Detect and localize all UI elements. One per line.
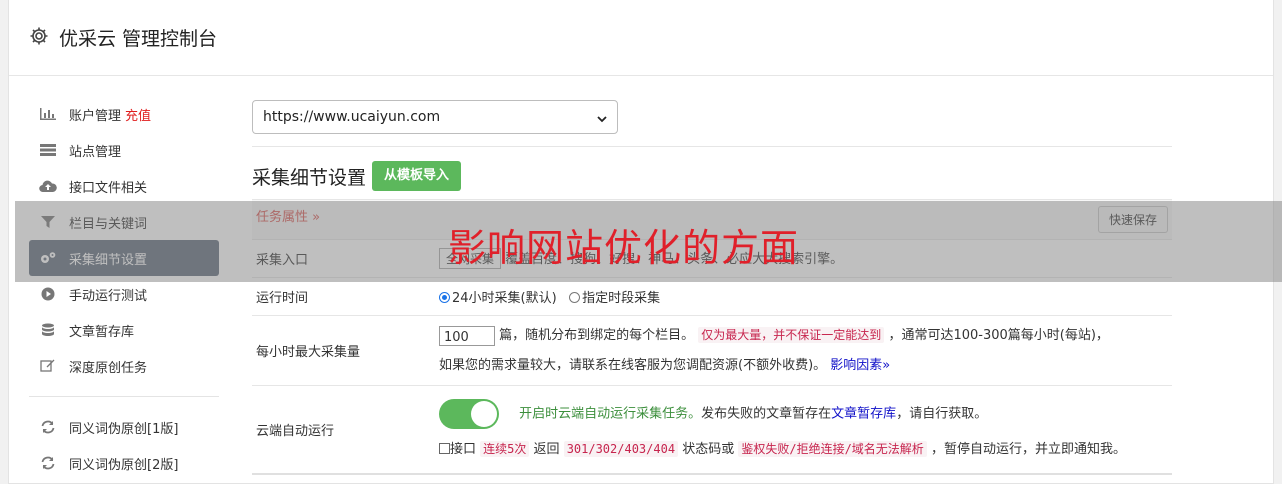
sidebar-item-label: 文章暂存库: [69, 324, 135, 340]
watermark-text: 影响网站优化的方面: [448, 226, 800, 270]
sidebar-item-article-storage[interactable]: 文章暂存库: [29, 312, 219, 348]
code-status: 301/302/403/404: [563, 440, 679, 457]
table-row: 云端自动运行 开启时云端自动运行采集任务。发布失败的文章暂存在文章暂存库，请自行…: [252, 385, 1172, 475]
max-per-hour-text2: ，通常可达100-300篇每小时(每站)，: [888, 328, 1109, 343]
sidebar-item-synonym-v2[interactable]: 同义词伪原创[2版]: [29, 445, 219, 481]
code-consecutive: 连续5次: [480, 440, 530, 457]
sidebar-item-label: 站点管理: [69, 144, 122, 160]
radio-specified-period[interactable]: [569, 292, 581, 303]
sidebar-divider: [29, 396, 219, 397]
sidebar-item-label: 手动运行测试: [69, 288, 148, 304]
article-storage-link[interactable]: 文章暂存库: [831, 406, 896, 421]
row-label: 云端自动运行: [252, 385, 439, 475]
database-icon: [39, 323, 57, 337]
radio-specified-label: 指定时段采集: [582, 291, 661, 306]
sidebar-item-interface-files[interactable]: 接口文件相关: [29, 168, 219, 204]
text-return: 返回: [533, 441, 560, 457]
text-status-or: 状态码或: [682, 441, 735, 457]
table-row: 运行时间 24小时采集(默认) 指定时段采集: [252, 277, 1172, 316]
sidebar: 账户管理 充值 站点管理 接口文件相关 栏目与关键词 采集细节设置 手动运行测试…: [29, 96, 219, 481]
refresh-icon: [39, 456, 57, 470]
sidebar-item-synonym-v1[interactable]: 同义词伪原创[1版]: [29, 409, 219, 445]
interface-checkbox[interactable]: [439, 442, 450, 454]
play-circle-icon: [39, 287, 57, 301]
radio-24h-label: 24小时采集(默认): [452, 291, 557, 306]
influence-factors-link[interactable]: 影响因素»: [830, 358, 890, 373]
row-label: 每小时最大采集量: [252, 315, 439, 386]
sidebar-item-label: 接口文件相关: [69, 180, 148, 196]
page-title: 优采云 管理控制台: [59, 28, 218, 50]
main-content: https://www.ucaiyun.com 采集细节设置 从模板导入 任务属…: [252, 100, 1172, 475]
server-icon: [39, 143, 57, 157]
max-per-hour-text: 篇，随机分布到绑定的每个栏目。: [499, 328, 695, 343]
row-label: 运行时间: [252, 277, 439, 316]
edit-icon: [39, 359, 57, 373]
section-title: 采集细节设置: [252, 166, 367, 189]
max-per-hour-text3: 如果您的需求量较大，请联系在线客服为您调配资源(不额外收费)。: [439, 358, 827, 373]
max-note-code: 仅为最大量，并不保证一定能达到: [698, 327, 885, 343]
gear-icon: [29, 26, 49, 46]
code-auth-fail: 鉴权失败/拒绝连接/域名无法解析: [738, 440, 927, 457]
sidebar-item-label: 同义词伪原创[2版]: [69, 457, 179, 473]
max-per-hour-input[interactable]: 100: [439, 325, 495, 346]
recharge-link[interactable]: 充值: [125, 105, 151, 124]
text-pause-notify: ，暂停自动运行，并立即通知我。: [930, 441, 1126, 457]
cloud-run-text1: 发布失败的文章暂存在: [701, 406, 832, 422]
radio-24h[interactable]: [439, 292, 450, 303]
sidebar-item-label: 深度原创任务: [69, 360, 148, 376]
bar-chart-icon: [39, 107, 57, 121]
sidebar-item-account[interactable]: 账户管理 充值: [29, 96, 219, 132]
sidebar-item-label: 账户管理: [69, 108, 122, 124]
refresh-icon: [39, 420, 57, 434]
import-template-button[interactable]: 从模板导入: [372, 161, 462, 191]
cloud-upload-icon: [39, 179, 57, 193]
chevron-down-icon: [597, 112, 607, 123]
page-header: 优采云 管理控制台: [9, 0, 1273, 76]
divider: [252, 146, 1172, 147]
site-select[interactable]: https://www.ucaiyun.com: [252, 100, 618, 134]
section-header: 采集细节设置 从模板导入: [252, 161, 1172, 191]
table-row: 每小时最大采集量 100 篇，随机分布到绑定的每个栏目。 仅为最大量，并不保证一…: [252, 315, 1172, 386]
cloud-run-text2: ，请自行获取。: [896, 406, 988, 422]
sidebar-item-sites[interactable]: 站点管理: [29, 132, 219, 168]
cloud-run-green-text: 开启时云端自动运行采集任务。: [519, 406, 702, 422]
cloud-auto-run-toggle[interactable]: [439, 398, 499, 429]
interface-label: 接口: [450, 441, 477, 457]
sidebar-item-deep-original[interactable]: 深度原创任务: [29, 348, 219, 384]
sidebar-item-label: 同义词伪原创[1版]: [69, 421, 179, 437]
site-select-value: https://www.ucaiyun.com: [263, 109, 441, 125]
